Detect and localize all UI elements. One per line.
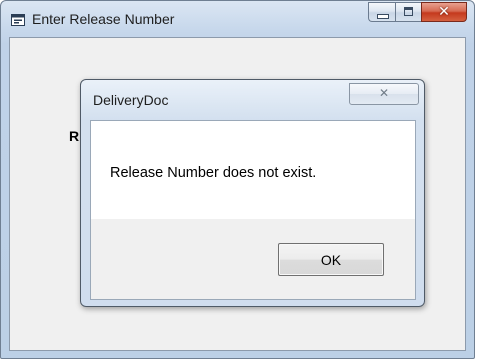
maximize-button[interactable] bbox=[395, 2, 421, 22]
dialog-title[interactable]: DeliveryDoc bbox=[93, 92, 168, 108]
release-number-label: R bbox=[69, 128, 80, 144]
message-dialog: DeliveryDoc ✕ Release Number does not ex… bbox=[80, 79, 425, 307]
caption-buttons: ✕ bbox=[368, 2, 467, 22]
app-window-icon bbox=[11, 14, 25, 26]
window-title: Enter Release Number bbox=[32, 11, 175, 27]
close-icon: ✕ bbox=[438, 4, 450, 20]
minimize-icon bbox=[377, 14, 389, 19]
dialog-close-button[interactable]: ✕ bbox=[349, 83, 419, 105]
dialog-message: Release Number does not exist. bbox=[110, 165, 317, 181]
maximize-icon bbox=[404, 7, 413, 16]
close-button[interactable]: ✕ bbox=[421, 2, 467, 22]
window-titlebar[interactable]: Enter Release Number ✕ bbox=[1, 1, 474, 37]
ok-button[interactable]: OK bbox=[278, 243, 384, 276]
close-icon: ✕ bbox=[378, 86, 390, 100]
minimize-button[interactable] bbox=[368, 2, 395, 22]
dialog-content: Release Number does not exist. OK bbox=[90, 120, 416, 300]
